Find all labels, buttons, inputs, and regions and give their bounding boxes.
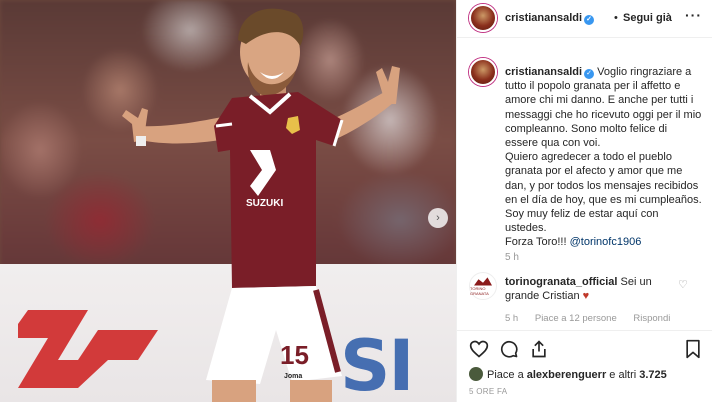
caption-text-spanish: Quiero agredecer a todo el pueblo granat…: [505, 151, 702, 235]
heart-emoji: ♥: [582, 290, 590, 303]
jersey-sponsor: SUZUKI: [246, 198, 283, 209]
comment-time: 5 h: [505, 313, 519, 324]
post-details-panel: cristianansaldi ✓ • Segui già ··· cristia…: [456, 0, 712, 402]
header-separator: •: [614, 12, 618, 24]
instagram-post-window: SI SUZUKI 15 Joma › cristianansaldi ✓ • …: [0, 0, 712, 402]
post-photo[interactable]: SI SUZUKI 15 Joma ›: [0, 0, 456, 402]
caption-text-italian: Voglio ringraziare a tutto il popolo gra…: [505, 66, 702, 150]
author-avatar[interactable]: [469, 4, 497, 32]
caption-verified-badge-icon: ✓: [584, 69, 595, 79]
crest-logo-icon: [474, 277, 492, 286]
author-username-link[interactable]: cristianansaldi ✓: [505, 12, 595, 25]
player-figure: SUZUKI 15 Joma: [122, 8, 400, 402]
following-button[interactable]: Segui già: [623, 12, 672, 24]
commenter-avatar[interactable]: TORINO GRANATA: [469, 272, 497, 300]
more-options-icon[interactable]: ···: [685, 7, 702, 23]
liked-by-link[interactable]: alexberenguerr: [527, 369, 606, 381]
like-heart-icon[interactable]: [469, 339, 489, 359]
likes-summary: Piace a alexberenguerr e altri 3.725: [469, 367, 667, 381]
caption-author-avatar[interactable]: [469, 58, 497, 86]
comment-bubble-icon[interactable]: [499, 339, 519, 359]
post-timestamp: 5 ORE FA: [469, 387, 508, 396]
post-header: cristianansaldi ✓ • Segui già ···: [457, 0, 712, 38]
likes-prefix: Piace a: [487, 369, 527, 381]
commenter-avatar-text: TORINO GRANATA: [470, 285, 489, 296]
shorts-number: 15: [280, 340, 309, 370]
comment-like-heart-icon[interactable]: ♡: [678, 278, 688, 291]
caption-text-end: Forza Toro!!!: [505, 236, 570, 249]
shorts-brand: Joma: [284, 373, 302, 380]
caption-username-link[interactable]: cristianansaldi: [505, 66, 582, 78]
comment-text: torinogranata_official Sei un grande Cri…: [505, 275, 675, 303]
mention-link[interactable]: @torinofc1906: [570, 236, 642, 248]
comment-meta: 5 h Piace a 12 persone Rispondi: [505, 313, 684, 324]
post-actions: Piace a alexberenguerr e altri 3.725 5 O…: [457, 330, 712, 402]
carousel-next-button[interactable]: ›: [428, 208, 448, 228]
comment-likes-link[interactable]: Piace a 12 persone: [535, 313, 617, 324]
liker-avatar[interactable]: [469, 367, 483, 381]
author-username-text: cristianansaldi: [505, 12, 583, 24]
likes-count-link[interactable]: 3.725: [639, 369, 667, 381]
caption-text: cristianansaldi ✓ Voglio ringraziare a tu…: [505, 65, 703, 250]
reply-button[interactable]: Rispondi: [633, 313, 670, 324]
share-icon[interactable]: [529, 339, 549, 359]
commenter-username-link[interactable]: torinogranata_official: [505, 276, 617, 288]
verified-badge-icon: ✓: [584, 15, 595, 25]
likes-suffix: e altri: [606, 369, 640, 381]
caption-time: 5 h: [505, 252, 519, 263]
bookmark-icon[interactable]: [683, 339, 703, 359]
